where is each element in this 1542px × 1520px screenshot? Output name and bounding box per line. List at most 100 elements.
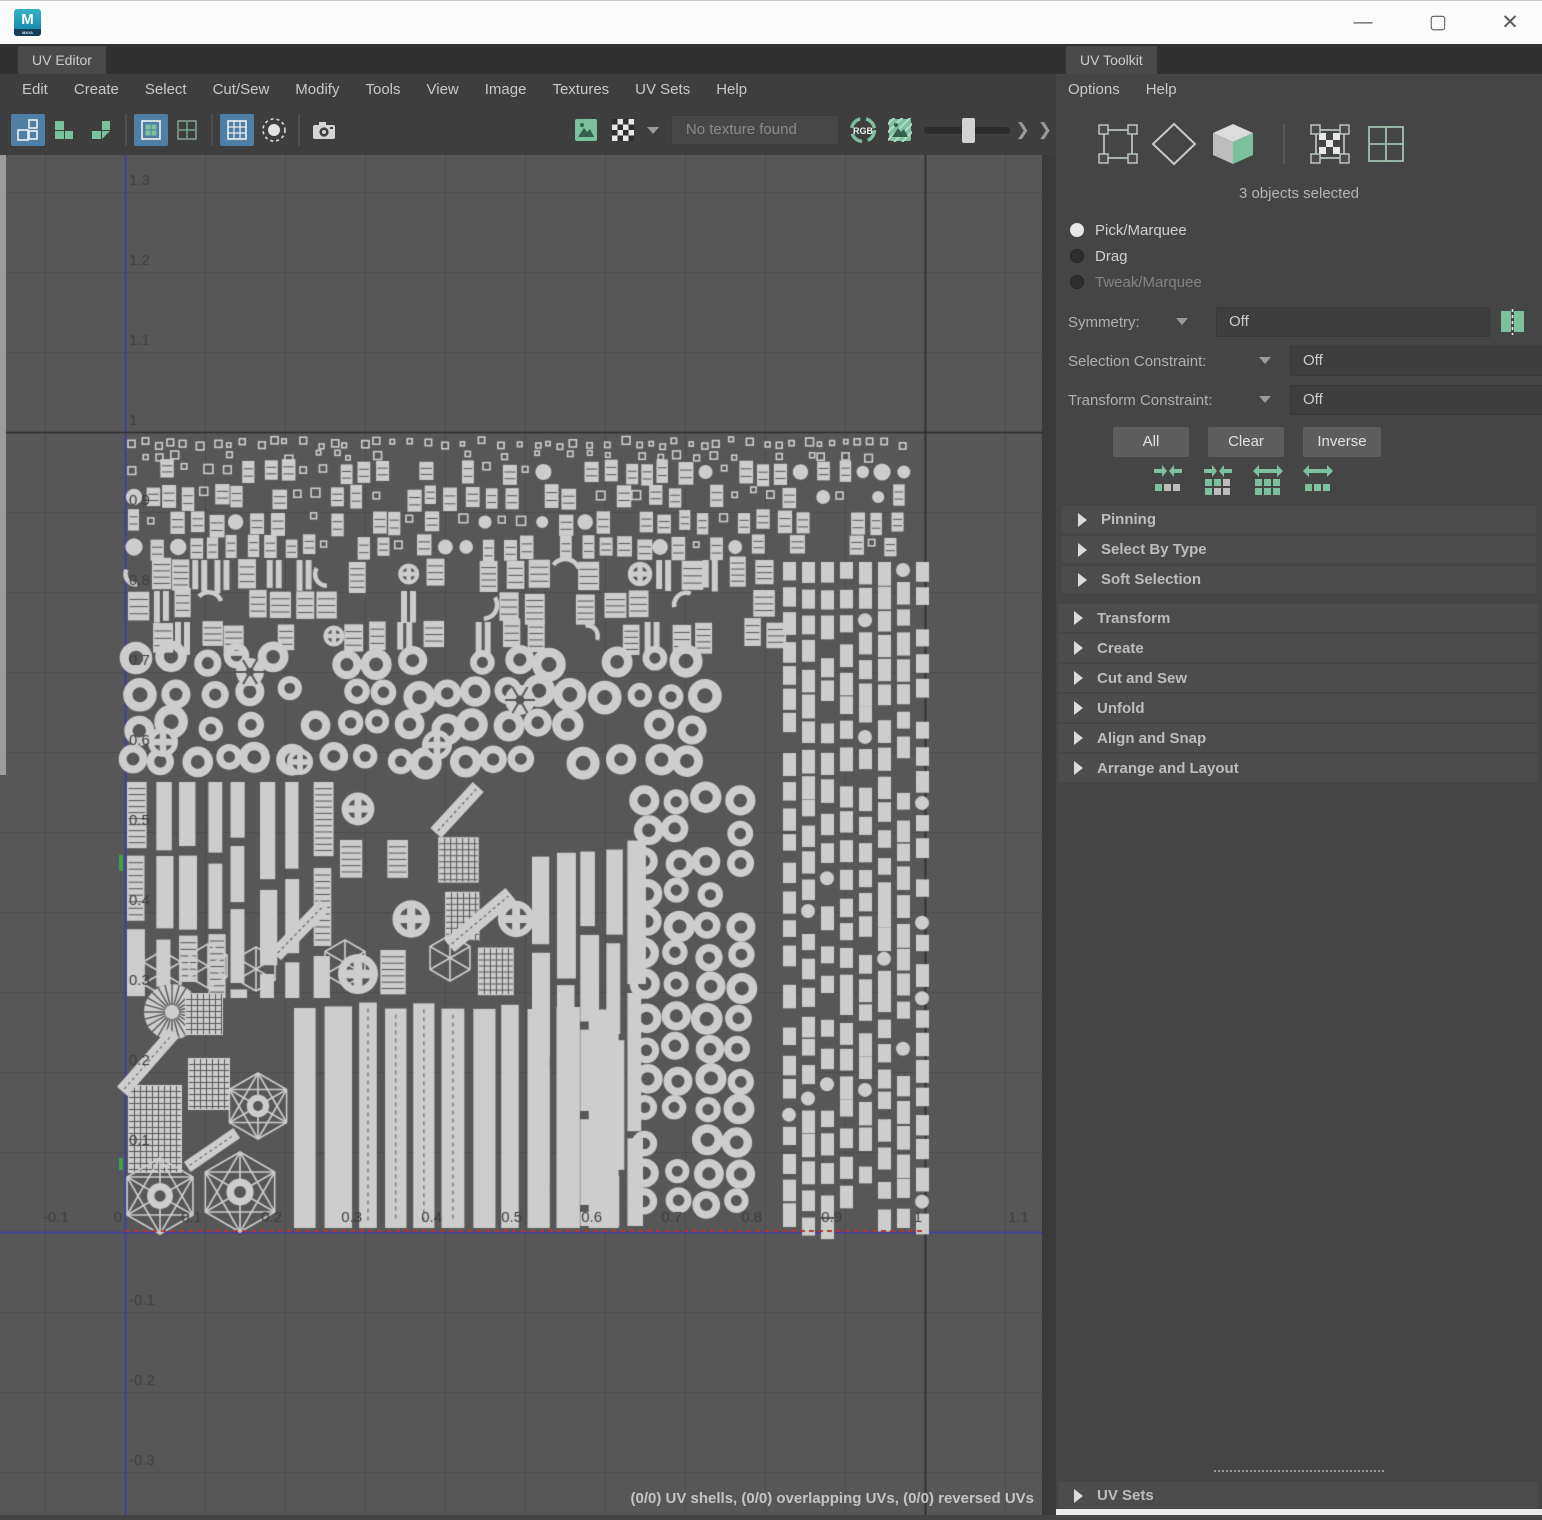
tab-uv-editor[interactable]: UV Editor — [18, 46, 106, 74]
symmetry-icon[interactable] — [1498, 307, 1528, 337]
radio-dot-selected[interactable] — [1070, 223, 1084, 237]
uv-toolkit-tabwell: UV Toolkit — [1056, 44, 1542, 74]
section-soft-selection[interactable]: Soft Selection — [1062, 566, 1536, 593]
face-cube-icon[interactable] — [1207, 120, 1261, 168]
symmetry-dropdown-caret[interactable] — [1176, 318, 1188, 325]
texture-filter-button[interactable] — [882, 114, 916, 146]
symmetry-field[interactable]: Off — [1216, 307, 1490, 337]
panel-splitter-handle[interactable] — [1214, 1470, 1384, 1472]
section-select-by-type[interactable]: Select By Type — [1062, 536, 1536, 563]
uv-layout-button[interactable] — [47, 114, 81, 146]
section-pinning[interactable]: Pinning — [1062, 506, 1536, 533]
menu-tools[interactable]: Tools — [352, 81, 413, 98]
collapse-arrow-icon — [1074, 611, 1083, 625]
edge-diamond-icon[interactable] — [1149, 121, 1199, 167]
select-all-button[interactable]: All — [1113, 427, 1189, 457]
minimize-button[interactable]: — — [1340, 1, 1386, 45]
menu-help[interactable]: Help — [703, 81, 760, 98]
select-inverse-button[interactable]: Inverse — [1303, 427, 1381, 457]
menu-cut-sew[interactable]: Cut/Sew — [200, 81, 283, 98]
texture-dropdown[interactable] — [641, 126, 665, 134]
shade-uvs-button[interactable] — [256, 114, 290, 146]
transform-constraint-caret[interactable] — [1259, 396, 1271, 403]
toolbar-separator — [211, 114, 214, 146]
maximize-button[interactable]: ▢ — [1415, 1, 1461, 45]
texture-name-field[interactable]: No texture found — [670, 115, 840, 145]
uv-marquee-icon[interactable] — [1307, 121, 1355, 167]
menu-view[interactable]: View — [414, 81, 472, 98]
uv-orient-button[interactable] — [84, 114, 118, 146]
toolbar-expand-chevron[interactable]: ❯ — [1034, 120, 1056, 140]
grow-selection-icon[interactable] — [1300, 464, 1336, 498]
menu-edit[interactable]: Edit — [9, 81, 61, 98]
uv-shell-grid-icon[interactable] — [1363, 121, 1409, 167]
window-titlebar: M MAYA — ▢ ✕ — [0, 0, 1542, 44]
shrink-selection-icon[interactable] — [1150, 464, 1186, 498]
radio-tweak-marquee[interactable]: Tweak/Marquee — [1070, 271, 1202, 293]
radio-dot[interactable] — [1070, 275, 1084, 289]
uv-status-bar: (0/0) UV shells, (0/0) overlapping UVs, … — [630, 1490, 1034, 1507]
symmetry-label: Symmetry: — [1068, 314, 1140, 331]
section-arrange-and-layout[interactable]: Arrange and Layout — [1058, 754, 1538, 782]
dashed-circle-icon — [261, 118, 286, 142]
shells-icon — [17, 119, 38, 141]
toolbar-separator — [124, 114, 127, 146]
striped-image-icon — [887, 118, 912, 142]
selection-constraint-caret[interactable] — [1259, 357, 1271, 364]
menu-options[interactable]: Options — [1068, 81, 1133, 98]
uv-snapshot-button[interactable] — [307, 114, 341, 146]
radio-dot[interactable] — [1070, 249, 1084, 263]
radio-pick-marquee[interactable]: Pick/Marquee — [1070, 219, 1187, 241]
tile-outline-button[interactable] — [170, 114, 204, 146]
radio-drag[interactable]: Drag — [1070, 245, 1128, 267]
section-uv-sets[interactable]: UV Sets — [1058, 1482, 1538, 1509]
transform-constraint-field[interactable]: Off — [1290, 385, 1542, 415]
section-transform[interactable]: Transform — [1058, 604, 1538, 632]
uv-shell-display-button[interactable] — [11, 114, 46, 146]
svg-text:RGB: RGB — [853, 126, 874, 136]
uv-viewport[interactable]: (0/0) UV shells, (0/0) overlapping UVs, … — [0, 155, 1056, 1515]
menu-create[interactable]: Create — [61, 81, 132, 98]
transform-constraint-label: Transform Constraint: — [1068, 392, 1213, 409]
close-button[interactable]: ✕ — [1487, 1, 1533, 45]
camera-icon — [312, 122, 335, 139]
menu-uv-sets[interactable]: UV Sets — [622, 81, 703, 98]
selection-constraint-field[interactable]: Off — [1290, 346, 1542, 376]
section-unfold[interactable]: Unfold — [1058, 694, 1538, 722]
display-rgb-button[interactable]: RGB — [846, 114, 880, 146]
collapse-arrow-icon — [1074, 1488, 1083, 1503]
viewport-scrollbar[interactable] — [0, 155, 6, 775]
menu-toolkit-help[interactable]: Help — [1133, 81, 1190, 98]
viewport-edge-strip — [1042, 155, 1056, 1515]
select-clear-button[interactable]: Clear — [1208, 427, 1284, 457]
texture-image-button[interactable] — [569, 114, 603, 146]
grid-icon — [227, 120, 248, 140]
rgb-channels-icon: RGB — [850, 116, 877, 144]
checker-texture-button[interactable] — [606, 114, 640, 146]
menu-textures[interactable]: Textures — [539, 81, 622, 98]
menu-modify[interactable]: Modify — [282, 81, 352, 98]
section-cut-and-sew[interactable]: Cut and Sew — [1058, 664, 1538, 692]
slider-thumb[interactable] — [961, 118, 975, 143]
vertex-marquee-icon[interactable] — [1095, 121, 1141, 167]
texture-dim-slider[interactable] — [923, 114, 1010, 146]
tile-outline-icon — [177, 120, 197, 140]
uv-grid-canvas[interactable] — [0, 155, 1042, 1515]
toolbar-expand-chevron[interactable]: ❯ — [1012, 120, 1034, 140]
grow-shell-selection-icon[interactable] — [1250, 464, 1286, 498]
collapse-arrow-icon — [1078, 572, 1087, 587]
collapse-arrow-icon — [1078, 542, 1087, 557]
tile-display-button[interactable] — [133, 114, 168, 146]
shrink-shell-selection-icon[interactable] — [1200, 464, 1236, 498]
section-create[interactable]: Create — [1058, 634, 1538, 662]
menu-select[interactable]: Select — [132, 81, 200, 98]
selection-constraint-label: Selection Constraint: — [1068, 353, 1207, 370]
uv-editor-pane: UV Editor Edit Create Select Cut/Sew Mod… — [0, 44, 1056, 1515]
menu-image[interactable]: Image — [472, 81, 540, 98]
section-align-and-snap[interactable]: Align and Snap — [1058, 724, 1538, 752]
mode-separator — [1283, 124, 1285, 164]
collapse-arrow-icon — [1074, 641, 1083, 655]
grid-display-button[interactable] — [220, 114, 255, 146]
uv-toolkit-menubar: Options Help — [1056, 74, 1542, 105]
tab-uv-toolkit[interactable]: UV Toolkit — [1066, 46, 1157, 74]
